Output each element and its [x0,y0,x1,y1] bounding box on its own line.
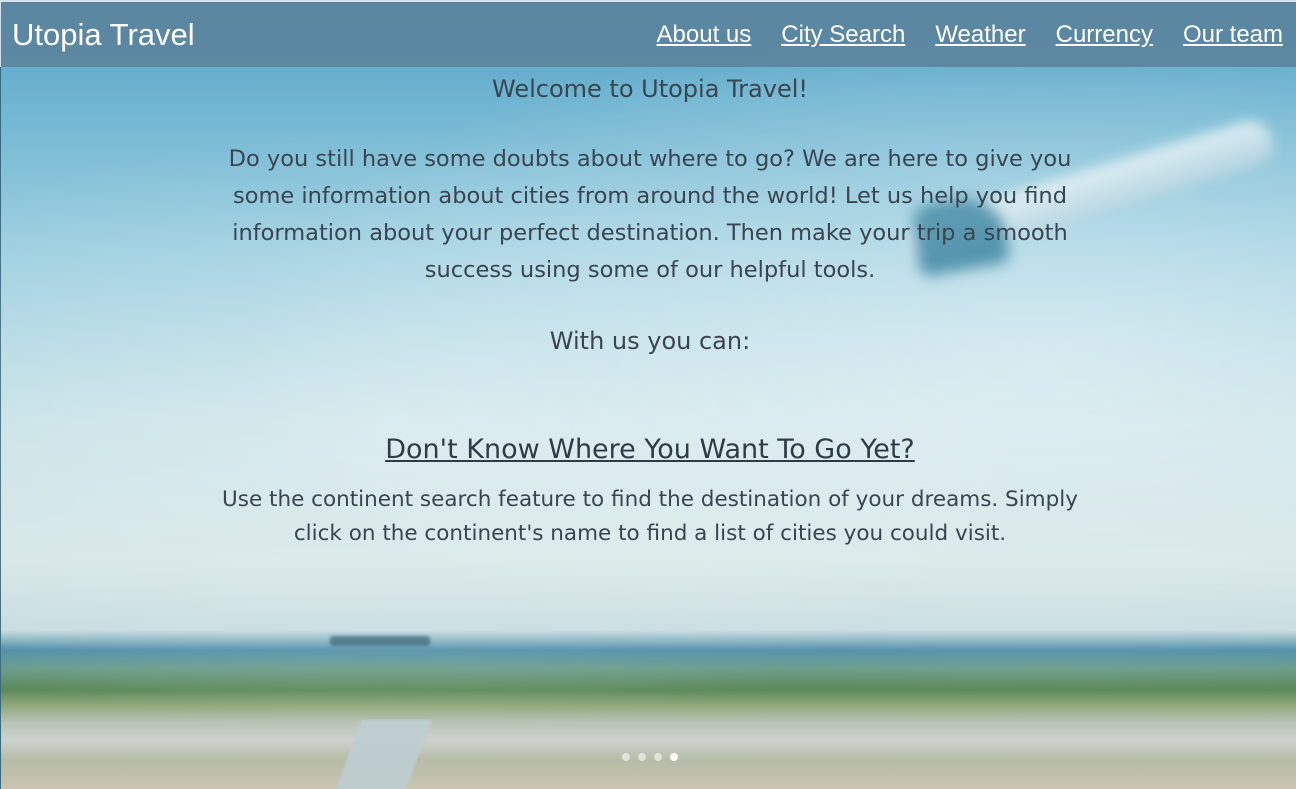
with-us-text: With us you can: [549,327,751,355]
brand-link[interactable]: Utopia Travel [12,17,195,53]
carousel-indicator-dot[interactable] [622,753,630,761]
intro-paragraph: Do you still have some doubts about wher… [228,146,1072,283]
main-content: Welcome to Utopia Travel! Do you still h… [218,66,1082,551]
carousel-indicator-dot[interactable] [654,753,662,761]
carousel-slide-title[interactable]: Don't Know Where You Want To Go Yet? [218,430,1082,470]
nav-links: About us City Search Weather Currency Ou… [627,21,1283,49]
nav-link-weather[interactable]: Weather [935,21,1025,49]
carousel-indicator-dot[interactable] [638,753,646,761]
welcome-heading: Welcome to Utopia Travel! [492,75,808,103]
carousel-indicators [622,753,686,761]
ship-image [330,636,430,646]
nav-link-about-us[interactable]: About us [657,21,752,49]
nav-link-currency[interactable]: Currency [1056,21,1153,49]
nav-link-city-search[interactable]: City Search [781,21,905,49]
nav-link-our-team[interactable]: Our team [1183,21,1283,49]
navbar: Utopia Travel About us City Search Weath… [0,0,1296,67]
carousel-slide-text: Use the continent search feature to find… [222,487,1078,546]
carousel-indicator-dot[interactable] [670,753,678,761]
